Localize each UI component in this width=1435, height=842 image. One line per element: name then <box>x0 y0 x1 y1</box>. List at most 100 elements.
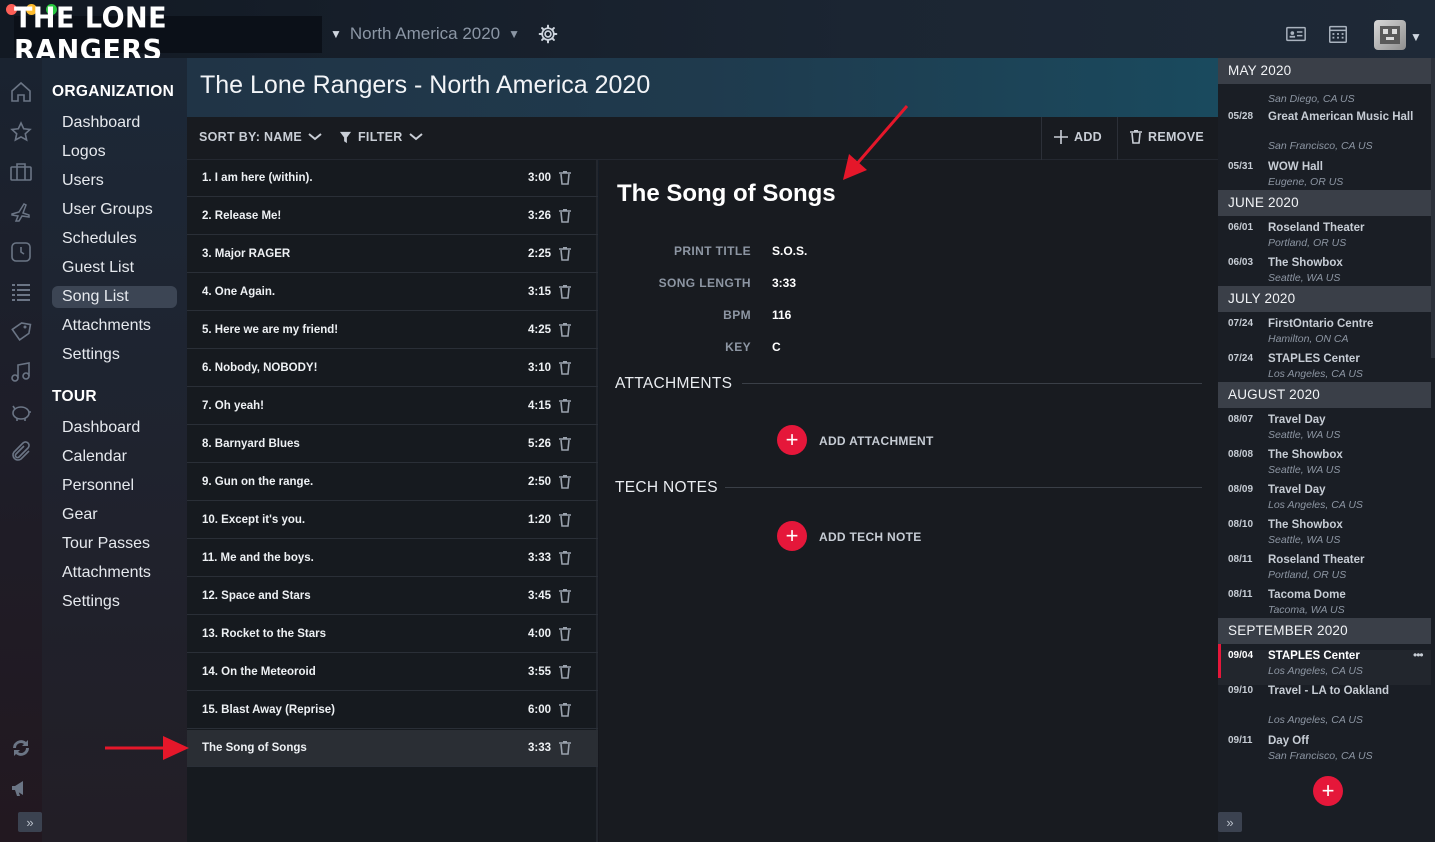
add-attachment-label[interactable]: ADD ATTACHMENT <box>819 434 934 448</box>
schedule-event[interactable]: San Diego, CA US <box>1218 78 1431 113</box>
song-row[interactable]: 11. Me and the boys. 3:33 <box>187 540 598 577</box>
user-avatar[interactable] <box>1374 20 1406 50</box>
expand-schedule-button[interactable]: » <box>1218 812 1242 832</box>
contact-card-icon[interactable] <box>1285 24 1307 44</box>
music-note-icon[interactable] <box>9 360 33 384</box>
schedule-event[interactable]: 05/28 Great American Music Hall San Franci… <box>1218 111 1431 157</box>
calendar-icon[interactable] <box>1327 24 1349 44</box>
schedule-event[interactable]: 09/10 Travel - LA to Oakland Los Angeles, … <box>1218 685 1431 731</box>
sidebar-item-tour-settings[interactable]: Settings <box>52 591 177 613</box>
clock-icon[interactable] <box>9 240 33 264</box>
sort-dropdown[interactable]: SORT BY: NAME <box>199 130 322 144</box>
trash-icon[interactable] <box>559 323 571 337</box>
trash-icon[interactable] <box>559 703 571 717</box>
trash-icon[interactable] <box>559 627 571 641</box>
add-tech-note-label[interactable]: ADD TECH NOTE <box>819 530 922 544</box>
trash-icon[interactable] <box>559 209 571 223</box>
trash-icon[interactable] <box>559 247 571 261</box>
sidebar-item-user-groups[interactable]: User Groups <box>52 199 177 221</box>
sidebar-item-users[interactable]: Users <box>52 170 177 192</box>
sidebar-item-logos[interactable]: Logos <box>52 141 177 163</box>
schedule-scrollbar[interactable] <box>1431 58 1435 358</box>
chevron-down-icon <box>308 133 322 141</box>
list-icon[interactable] <box>9 280 33 304</box>
schedule-event[interactable]: 09/11 Day Off San Francisco, CA US <box>1218 735 1431 770</box>
schedule-event[interactable]: 06/01 Roseland Theater Portland, OR US <box>1218 222 1431 257</box>
schedule-event[interactable]: 09/04 STAPLES Center Los Angeles, CA US ••• <box>1218 644 1431 685</box>
trash-icon[interactable] <box>559 361 571 375</box>
trash-icon[interactable] <box>559 399 571 413</box>
song-row[interactable]: 9. Gun on the range. 2:50 <box>187 464 598 501</box>
sidebar-item-attachments[interactable]: Attachments <box>52 315 177 337</box>
song-row[interactable]: The Song of Songs 3:33 <box>187 730 598 767</box>
trash-icon[interactable] <box>559 437 571 451</box>
song-row[interactable]: 5. Here we are my friend! 4:25 <box>187 312 598 349</box>
remove-song-button[interactable]: REMOVE <box>1130 130 1204 144</box>
song-row[interactable]: 14. On the Meteoroid 3:55 <box>187 654 598 691</box>
schedule-event[interactable]: 08/11 Roseland Theater Portland, OR US <box>1218 554 1431 589</box>
schedule-month-header: JULY 2020 <box>1218 286 1431 312</box>
trash-icon[interactable] <box>559 741 571 755</box>
add-tech-note-button[interactable]: + <box>777 521 807 551</box>
song-row[interactable]: 13. Rocket to the Stars 4:00 <box>187 616 598 653</box>
trash-icon[interactable] <box>559 285 571 299</box>
tour-selector[interactable]: ▼ North America 2020 ▼ <box>330 24 520 44</box>
sidebar-item-tour-tour-passes[interactable]: Tour Passes <box>52 533 177 555</box>
trash-icon[interactable] <box>559 475 571 489</box>
megaphone-icon[interactable] <box>9 776 33 800</box>
band-logo[interactable]: THE LONE RANGERS <box>14 2 322 67</box>
tag-icon[interactable] <box>9 320 33 344</box>
more-options-icon[interactable]: ••• <box>1413 648 1424 662</box>
sidebar-item-guest-list[interactable]: Guest List <box>52 257 177 279</box>
settings-gear-icon[interactable] <box>538 24 558 44</box>
expand-sidebar-button[interactable]: » <box>18 812 42 832</box>
sidebar-item-dashboard[interactable]: Dashboard <box>52 112 177 134</box>
add-song-button[interactable]: ADD <box>1054 130 1102 144</box>
property-value[interactable]: 116 <box>772 308 791 322</box>
event-venue: Travel Day <box>1268 484 1326 496</box>
schedule-event[interactable]: 08/08 The Showbox Seattle, WA US <box>1218 449 1431 484</box>
briefcase-icon[interactable] <box>9 160 33 184</box>
sync-icon[interactable] <box>9 736 33 760</box>
sidebar-item-tour-dashboard[interactable]: Dashboard <box>52 417 177 439</box>
schedule-event[interactable]: 08/09 Travel Day Los Angeles, CA US <box>1218 484 1431 519</box>
song-row[interactable]: 1. I am here (within). 3:00 <box>187 160 598 197</box>
schedule-event[interactable]: 08/10 The Showbox Seattle, WA US <box>1218 519 1431 554</box>
star-icon[interactable] <box>9 120 33 144</box>
paperclip-icon[interactable] <box>9 440 33 464</box>
property-value[interactable]: C <box>772 340 781 354</box>
song-row[interactable]: 2. Release Me! 3:26 <box>187 198 598 235</box>
add-attachment-button[interactable]: + <box>777 425 807 455</box>
trash-icon[interactable] <box>559 665 571 679</box>
trash-icon[interactable] <box>559 513 571 527</box>
schedule-event[interactable]: 07/24 FirstOntario Centre Hamilton, ON CA <box>1218 318 1431 353</box>
trash-icon[interactable] <box>559 589 571 603</box>
property-value[interactable]: S.O.S. <box>772 244 807 258</box>
plane-icon[interactable] <box>9 200 33 224</box>
song-row[interactable]: 15. Blast Away (Reprise) 6:00 <box>187 692 598 729</box>
sidebar-item-song-list[interactable]: Song List <box>52 286 177 308</box>
sidebar-item-tour-personnel[interactable]: Personnel <box>52 475 177 497</box>
add-event-button[interactable]: + <box>1313 776 1343 806</box>
song-row[interactable]: 12. Space and Stars 3:45 <box>187 578 598 615</box>
song-detail-title[interactable]: The Song of Songs <box>617 180 836 208</box>
song-row[interactable]: 7. Oh yeah! 4:15 <box>187 388 598 425</box>
song-row[interactable]: 3. Major RAGER 2:25 <box>187 236 598 273</box>
sidebar-item-tour-attachments[interactable]: Attachments <box>52 562 177 584</box>
filter-dropdown[interactable]: FILTER <box>339 130 423 144</box>
song-row[interactable]: 6. Nobody, NOBODY! 3:10 <box>187 350 598 387</box>
sidebar-item-tour-calendar[interactable]: Calendar <box>52 446 177 468</box>
sidebar-item-schedules[interactable]: Schedules <box>52 228 177 250</box>
schedule-event[interactable]: 08/07 Travel Day Seattle, WA US <box>1218 414 1431 449</box>
song-row[interactable]: 8. Barnyard Blues 5:26 <box>187 426 598 463</box>
home-icon[interactable] <box>9 80 33 104</box>
trash-icon[interactable] <box>559 551 571 565</box>
property-value[interactable]: 3:33 <box>772 276 796 290</box>
sidebar-item-tour-gear[interactable]: Gear <box>52 504 177 526</box>
trash-icon[interactable] <box>559 171 571 185</box>
song-row[interactable]: 10. Except it's you. 1:20 <box>187 502 598 539</box>
piggy-bank-icon[interactable] <box>9 400 33 424</box>
song-row[interactable]: 4. One Again. 3:15 <box>187 274 598 311</box>
sidebar-item-settings[interactable]: Settings <box>52 344 177 366</box>
chevron-down-icon[interactable]: ▼ <box>1410 30 1422 44</box>
